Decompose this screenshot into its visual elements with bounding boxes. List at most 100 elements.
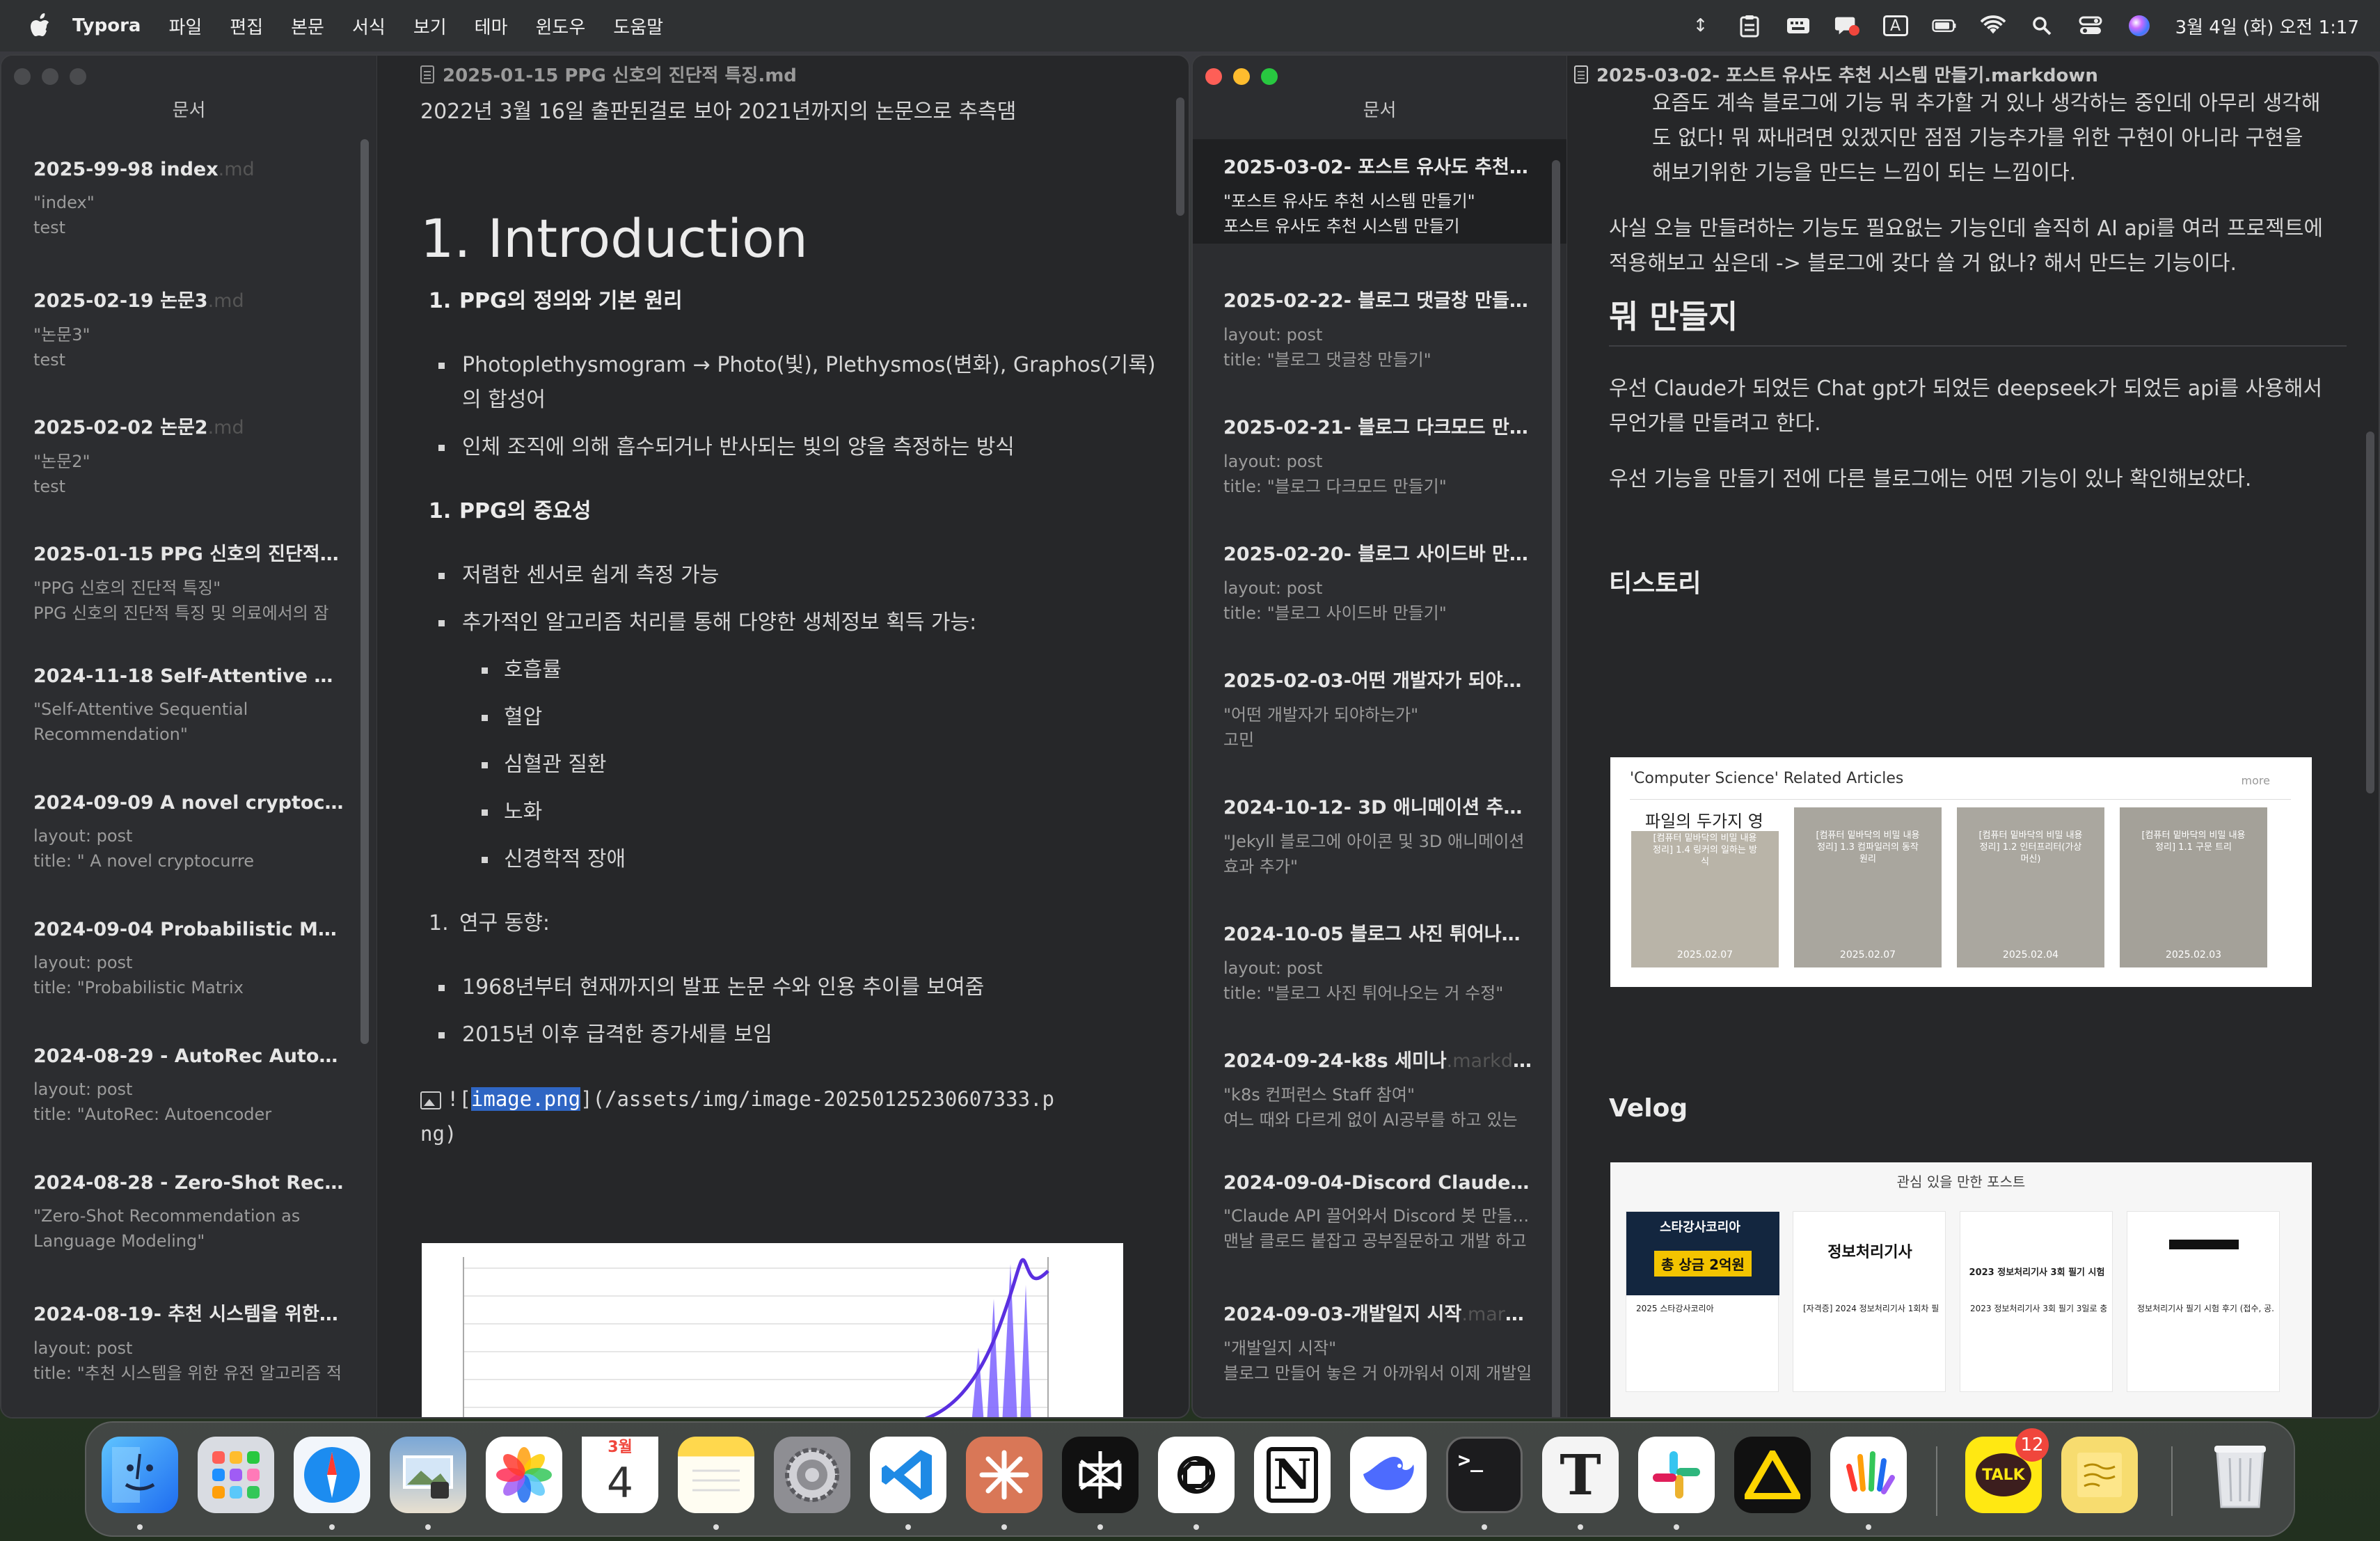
control-center-icon[interactable]	[2078, 13, 2103, 38]
velog-recommend-image[interactable]: 관심 있을 만한 포스트 스타강사코리아 총 상금 2억원 2025 스타강사코…	[1610, 1162, 2312, 1417]
menu-view[interactable]: 보기	[413, 13, 447, 39]
launchpad-icon[interactable]	[198, 1437, 274, 1513]
zoom-button[interactable]	[70, 68, 86, 85]
menubar-clock[interactable]: 3월 4일 (화) 오전 1:17	[2175, 13, 2359, 39]
menu-window[interactable]: 윈도우	[536, 13, 586, 39]
app-name-menu[interactable]: Typora	[72, 15, 141, 36]
trash-icon[interactable]	[2202, 1437, 2278, 1513]
safari-icon[interactable]	[294, 1437, 370, 1513]
velog-card[interactable]: 정보처리기사 필기 시험 후기 (접수, 공...	[2127, 1211, 2280, 1392]
keyboard-icon[interactable]	[1786, 13, 1811, 38]
google-drive-icon[interactable]	[1734, 1437, 1811, 1513]
kakaotalk-icon[interactable]: TALK 12	[1965, 1428, 2049, 1513]
file-item[interactable]: 2025-02-20- 블로그 사이드바 만들... layout: post ti…	[1193, 519, 1566, 646]
ordered-item: 1. PPG의 정의와 기본 원리	[420, 284, 1158, 319]
file-item[interactable]: 2025-02-22- 블로그 댓글창 만들기 ... layout: post t…	[1193, 266, 1566, 393]
file-item[interactable]: 2024-09-09 A novel cryptocurre... layout:…	[1, 773, 376, 899]
embedded-chart-image[interactable]	[422, 1243, 1123, 1417]
file-preview-line: PPG 신호의 진단적 특징 및 의료에서의 잠	[33, 603, 329, 623]
tistory-related-articles-image[interactable]: 'Computer Science' Related Articles more…	[1610, 757, 2312, 987]
perplexity-icon[interactable]	[1062, 1437, 1139, 1513]
file-item[interactable]: 2024-09-03-개발일지 시작.markdo... "개발일지 시작" 블로그…	[1193, 1279, 1566, 1406]
menu-file[interactable]: 파일	[168, 13, 202, 39]
file-item[interactable]: 2024-08-29 - AutoRec Autoenc... layout: p…	[1, 1026, 376, 1153]
calendar-icon[interactable]: 3월 4	[582, 1437, 658, 1513]
editor-scrollbar[interactable]	[2366, 432, 2374, 793]
file-item[interactable]: 2024-09-24-k8s 세미나.markdown "k8s 컨퍼런스 Sta…	[1193, 1026, 1566, 1153]
paragraph: 우선 Claude가 되었든 Chat gpt가 되었든 deepseek가 되…	[1609, 377, 2323, 401]
apple-icon[interactable]	[26, 12, 54, 40]
chart-preview-graphic	[422, 1243, 1123, 1417]
system-settings-icon[interactable]	[774, 1437, 850, 1513]
deepseek-icon[interactable]	[1350, 1437, 1427, 1513]
chat-bubble-icon[interactable]	[1834, 13, 1859, 38]
claude-icon[interactable]	[966, 1437, 1042, 1513]
terminal-icon[interactable]: >_	[1446, 1437, 1523, 1513]
siri-icon[interactable]	[2127, 13, 2152, 38]
file-item[interactable]: 2024-08-28 - Zero-Shot Recom... "Zero-Sho…	[1, 1153, 376, 1279]
battery-icon[interactable]	[1931, 13, 1957, 38]
typora-window-left: 문서 2025-99-98 index.md "index" test 2025-0…	[0, 54, 1190, 1418]
menu-edit[interactable]: 편집	[230, 13, 263, 39]
file-item[interactable]: 2024-10-05 블로그 사진 튀어나오는... layout: post ti…	[1193, 899, 1566, 1026]
tistory-more-link[interactable]: more	[2242, 774, 2270, 787]
file-title: 2025-03-02- 포스트 유사도 추천 시...	[1223, 157, 1534, 178]
file-item[interactable]: 2025-02-21- 블로그 다크모드 만들... layout: post ti…	[1193, 393, 1566, 519]
velog-card[interactable]: 2023 정보처리기사 3회 필기 시험 2023 정보처리기사 3회 필기 3…	[1960, 1211, 2113, 1392]
file-title: 2025-02-19 논문3	[33, 290, 208, 312]
slack-icon[interactable]	[1638, 1437, 1715, 1513]
file-item[interactable]: 2025-99-98 index.md "index" test	[1, 139, 376, 266]
resize-arrows-icon[interactable]: ↕	[1688, 13, 1713, 38]
image-markdown-source[interactable]: ![image.png](/assets/img/image-202501252…	[420, 1082, 1158, 1151]
velog-card[interactable]: 정보처리기사 [자격증] 2024 정보처리기사 1회차 필기 ...	[1793, 1211, 1946, 1392]
tistory-side-text: 파일의 두가지 영	[1631, 807, 1779, 831]
clipboard-icon[interactable]	[1737, 13, 1762, 38]
stickies-icon[interactable]	[2061, 1437, 2138, 1513]
preview-icon[interactable]	[390, 1437, 466, 1513]
close-button[interactable]	[14, 68, 31, 85]
wifi-icon[interactable]	[1980, 13, 2006, 38]
notes-icon[interactable]	[678, 1437, 754, 1513]
zoom-button[interactable]	[1261, 68, 1278, 85]
minimize-button[interactable]	[42, 68, 58, 85]
vscode-icon[interactable]	[870, 1437, 946, 1513]
sidebar-scrollbar[interactable]	[360, 139, 369, 1044]
editor-right[interactable]: 2025-03-02- 포스트 유사도 추천 시스템 만들기.markdown …	[1569, 56, 2379, 1417]
typora-icon[interactable]: T	[1542, 1437, 1619, 1513]
velog-card[interactable]: 스타강사코리아 총 상금 2억원 2025 스타강사코리아	[1626, 1211, 1779, 1392]
file-item[interactable]: 2024-09-04 Probabilistic Matrix... layout…	[1, 899, 376, 1026]
file-item[interactable]: 2024-11-18 Self-Attentive Sequ... "Self-A…	[1, 646, 376, 773]
tistory-card[interactable]: 파일의 두가지 영 [컴퓨터 밑바닥의 비밀 내용 정리] 1.4 링커의 일하…	[1631, 807, 1779, 967]
minimize-button[interactable]	[1233, 68, 1250, 85]
file-item[interactable]: 2025-02-19 논문3.md "논문3" test	[1, 266, 376, 393]
hand-app-icon[interactable]	[1830, 1437, 1907, 1513]
editor-scrollbar[interactable]	[1176, 97, 1184, 216]
input-source-icon[interactable]: A	[1882, 13, 1908, 38]
file-item[interactable]: 2025-02-02 논문2.md "논문2" test	[1, 393, 376, 519]
close-button[interactable]	[1205, 68, 1222, 85]
tistory-card[interactable]: [컴퓨터 밑바닥의 비밀 내용 정리] 1.1 구문 트리 2025.02.03	[2120, 807, 2267, 967]
file-ext: .md	[207, 290, 244, 312]
editor-left[interactable]: 2025-01-15 PPG 신호의 진단적 특징.md 2022년 3월 16…	[379, 56, 1189, 1417]
file-item[interactable]: 2024-08-19- 추천 시스템을 위한 유... layout: post t…	[1, 1279, 376, 1406]
file-preview-line: "Jekyll 블로그에 아이콘 및 3D 애니메이션	[1223, 832, 1525, 851]
menu-paragraph[interactable]: 본문	[291, 13, 324, 39]
sidebar-scrollbar[interactable]	[1552, 160, 1560, 1417]
photos-icon[interactable]	[486, 1437, 562, 1513]
notion-icon[interactable]: N	[1254, 1437, 1331, 1513]
finder-icon[interactable]	[102, 1437, 178, 1513]
bullet-item: 저렴한 센서로 쉽게 측정 가능	[420, 558, 1158, 593]
menu-help[interactable]: 도움말	[613, 13, 663, 39]
file-item[interactable]: 2025-01-15 PPG 신호의 진단적 특... "PPG 신호의 진단적 …	[1, 519, 376, 646]
file-item[interactable]: 2024-09-04-Discord Claude.md"Claude API …	[1193, 1153, 1566, 1279]
file-preview-line: "개발일지 시작"	[1223, 1338, 1337, 1358]
menu-format[interactable]: 서식	[352, 13, 386, 39]
chatgpt-icon[interactable]	[1158, 1437, 1235, 1513]
file-item[interactable]: 2024-10-12- 3D 애니메이션 추가 ... "Jekyll 블로그에 …	[1193, 773, 1566, 899]
menu-theme[interactable]: 테마	[475, 13, 508, 39]
spotlight-search-icon[interactable]	[2029, 13, 2054, 38]
tistory-card[interactable]: [컴퓨터 밑바닥의 비밀 내용 정리] 1.2 인터프리터(가상 머신) 202…	[1957, 807, 2104, 967]
tistory-card[interactable]: [컴퓨터 밑바닥의 비밀 내용 정리] 1.3 컴파일러의 동작 원리 2025…	[1794, 807, 1942, 967]
file-item-active[interactable]: 2025-03-02- 포스트 유사도 추천 시... "포스트 유사도 추천 시…	[1193, 139, 1566, 244]
file-item[interactable]: 2025-02-03-어떤 개발자가 되야하는... "어떤 개발자가 되야하는가…	[1193, 646, 1566, 773]
